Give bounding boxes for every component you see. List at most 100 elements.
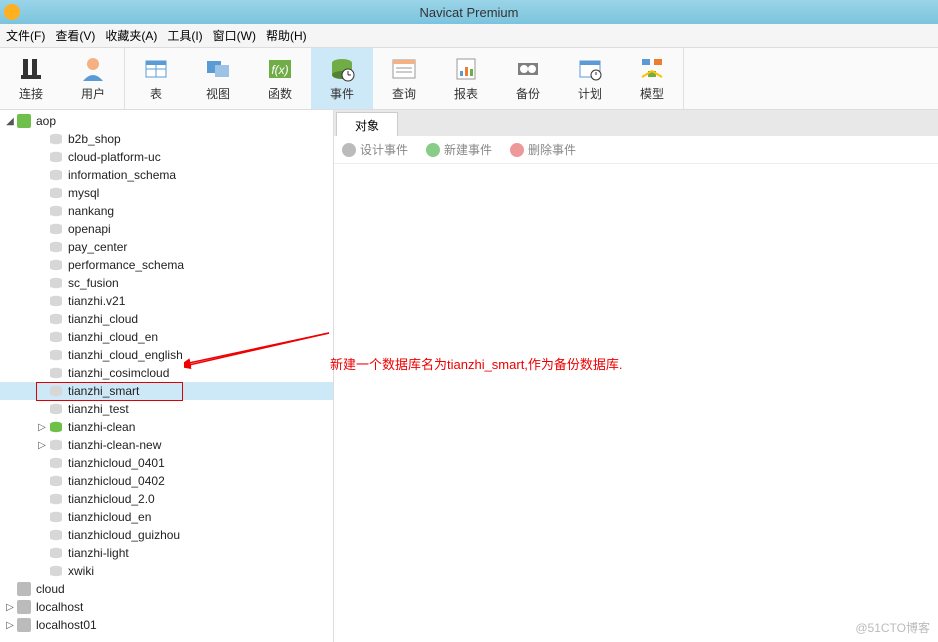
menu-bar: 文件(F) 查看(V) 收藏夹(A) 工具(I) 窗口(W) 帮助(H) <box>0 24 938 48</box>
content-area <box>334 164 938 642</box>
database-tianzhi_smart[interactable]: tianzhi_smart <box>0 382 333 400</box>
database-tianzhicloud_0401[interactable]: tianzhicloud_0401 <box>0 454 333 472</box>
database-tianzhi_cosimcloud[interactable]: tianzhi_cosimcloud <box>0 364 333 382</box>
table-icon <box>142 55 170 83</box>
database-tianzhi_cloud_en[interactable]: tianzhi_cloud_en <box>0 328 333 346</box>
menu-fav[interactable]: 收藏夹(A) <box>105 27 157 44</box>
toolbar-report-button[interactable]: 报表 <box>435 48 497 109</box>
menu-tools[interactable]: 工具(I) <box>167 27 202 44</box>
connection-localhost[interactable]: ▷localhost <box>0 598 333 616</box>
query-icon <box>390 55 418 83</box>
toolbar-fx-button[interactable]: f(x)函数 <box>249 48 311 109</box>
delete-icon <box>510 143 524 157</box>
database-icon <box>48 510 64 524</box>
toolbar-plug-button[interactable]: 连接 <box>0 48 62 109</box>
database-sc_fusion[interactable]: sc_fusion <box>0 274 333 292</box>
toolbar-table-button[interactable]: 表 <box>125 48 187 109</box>
database-icon <box>48 186 64 200</box>
sub-toolbar: 设计事件 新建事件 删除事件 <box>334 136 938 164</box>
database-icon <box>48 294 64 308</box>
menu-window[interactable]: 窗口(W) <box>213 27 256 44</box>
tab-objects[interactable]: 对象 <box>336 112 398 136</box>
database-icon <box>48 546 64 560</box>
database-icon <box>48 240 64 254</box>
database-tianzhi-clean[interactable]: ▷tianzhi-clean <box>0 418 333 436</box>
database-xwiki[interactable]: xwiki <box>0 562 333 580</box>
database-tianzhicloud_en[interactable]: tianzhicloud_en <box>0 508 333 526</box>
database-icon <box>48 456 64 470</box>
toolbar-view-button[interactable]: 视图 <box>187 48 249 109</box>
database-icon <box>48 402 64 416</box>
database-tianzhi-clean-new[interactable]: ▷tianzhi-clean-new <box>0 436 333 454</box>
expand-toggle-icon[interactable]: ▷ <box>36 422 48 433</box>
tab-strip: 对象 <box>334 110 938 136</box>
model-icon <box>638 55 666 83</box>
database-icon <box>48 348 64 362</box>
svg-text:f(x): f(x) <box>271 63 288 77</box>
menu-view[interactable]: 查看(V) <box>55 27 95 44</box>
database-icon <box>48 474 64 488</box>
database-icon <box>48 564 64 578</box>
database-information_schema[interactable]: information_schema <box>0 166 333 184</box>
watermark: @51CTO博客 <box>855 619 930 636</box>
event-icon <box>328 55 356 83</box>
expand-toggle-icon[interactable]: ▷ <box>4 602 16 613</box>
toolbar-backup-button[interactable]: 备份 <box>497 48 559 109</box>
database-performance_schema[interactable]: performance_schema <box>0 256 333 274</box>
subtoolbar-delete-button[interactable]: 删除事件 <box>510 141 576 158</box>
connection-icon <box>16 600 32 614</box>
database-openapi[interactable]: openapi <box>0 220 333 238</box>
database-tianzhicloud_0402[interactable]: tianzhicloud_0402 <box>0 472 333 490</box>
view-icon <box>204 55 232 83</box>
database-mysql[interactable]: mysql <box>0 184 333 202</box>
database-cloud-platform-uc[interactable]: cloud-platform-uc <box>0 148 333 166</box>
database-icon <box>48 330 64 344</box>
database-icon <box>48 150 64 164</box>
expand-toggle-icon[interactable]: ◢ <box>4 116 16 127</box>
database-b2b_shop[interactable]: b2b_shop <box>0 130 333 148</box>
database-tianzhi_cloud_english[interactable]: tianzhi_cloud_english <box>0 346 333 364</box>
database-tianzhi-light[interactable]: tianzhi-light <box>0 544 333 562</box>
fx-icon: f(x) <box>266 55 294 83</box>
database-icon <box>48 258 64 272</box>
annotation-text: 新建一个数据库名为tianzhi_smart,作为备份数据库. <box>330 354 623 373</box>
toolbar-plan-button[interactable]: 计划 <box>559 48 621 109</box>
title-bar: Navicat Premium <box>0 0 938 24</box>
toolbar: 连接用户表视图f(x)函数事件查询报表备份计划模型 <box>0 48 938 110</box>
connection-icon <box>16 618 32 632</box>
menu-file[interactable]: 文件(F) <box>6 27 45 44</box>
expand-toggle-icon[interactable]: ▷ <box>4 620 16 631</box>
menu-help[interactable]: 帮助(H) <box>266 27 307 44</box>
connection-icon <box>16 582 32 596</box>
database-icon <box>48 438 64 452</box>
database-icon <box>48 222 64 236</box>
user-icon <box>79 55 107 83</box>
window-title: Navicat Premium <box>420 5 519 20</box>
database-tianzhi.v21[interactable]: tianzhi.v21 <box>0 292 333 310</box>
database-tianzhicloud_guizhou[interactable]: tianzhicloud_guizhou <box>0 526 333 544</box>
toolbar-event-button[interactable]: 事件 <box>311 48 373 109</box>
database-icon <box>48 312 64 326</box>
subtoolbar-design-button[interactable]: 设计事件 <box>342 141 408 158</box>
plan-icon <box>576 55 604 83</box>
database-pay_center[interactable]: pay_center <box>0 238 333 256</box>
design-icon <box>342 143 356 157</box>
database-nankang[interactable]: nankang <box>0 202 333 220</box>
toolbar-model-button[interactable]: 模型 <box>621 48 683 109</box>
new-icon <box>426 143 440 157</box>
toolbar-user-button[interactable]: 用户 <box>62 48 124 109</box>
plug-icon <box>17 55 45 83</box>
subtoolbar-new-button[interactable]: 新建事件 <box>426 141 492 158</box>
database-icon <box>48 132 64 146</box>
backup-icon <box>514 55 542 83</box>
database-tianzhicloud_2.0[interactable]: tianzhicloud_2.0 <box>0 490 333 508</box>
database-tianzhi_test[interactable]: tianzhi_test <box>0 400 333 418</box>
toolbar-query-button[interactable]: 查询 <box>373 48 435 109</box>
connection-localhost01[interactable]: ▷localhost01 <box>0 616 333 634</box>
connection-aop[interactable]: ◢aop <box>0 112 333 130</box>
app-icon <box>4 4 20 20</box>
sidebar-tree[interactable]: ◢aopb2b_shopcloud-platform-ucinformation… <box>0 110 334 642</box>
connection-cloud[interactable]: cloud <box>0 580 333 598</box>
database-tianzhi_cloud[interactable]: tianzhi_cloud <box>0 310 333 328</box>
expand-toggle-icon[interactable]: ▷ <box>36 440 48 451</box>
